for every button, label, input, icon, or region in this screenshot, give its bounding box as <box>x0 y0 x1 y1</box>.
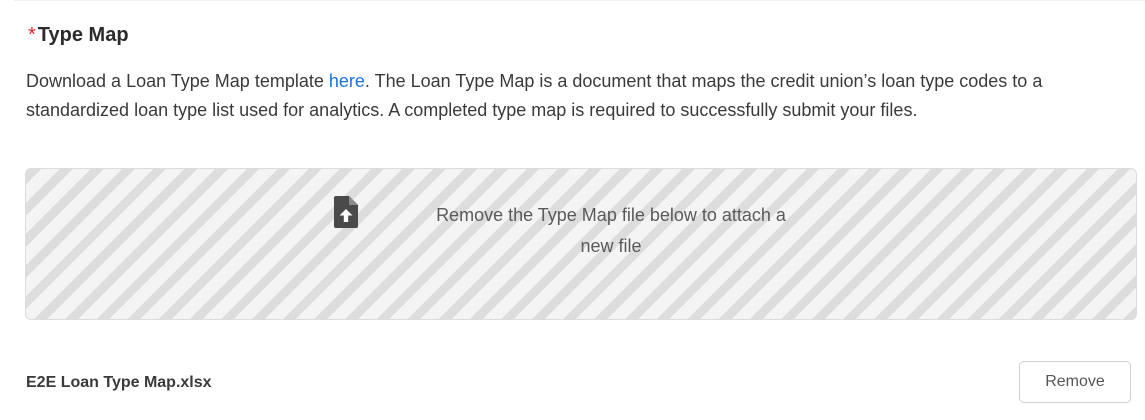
attached-file-row: E2E Loan Type Map.xlsx Remove <box>26 361 1131 405</box>
template-download-link[interactable]: here <box>329 71 365 91</box>
dropzone-message-line-1: Remove the Type Map file below to attach… <box>436 205 786 225</box>
dropzone-message: Remove the Type Map file below to attach… <box>376 200 846 262</box>
file-dropzone[interactable]: Remove the Type Map file below to attach… <box>25 168 1137 320</box>
section-description: Download a Loan Type Map template here. … <box>26 67 1131 125</box>
file-upload-icon <box>334 196 358 228</box>
attached-file-name: E2E Loan Type Map.xlsx <box>26 374 212 391</box>
remove-file-button[interactable]: Remove <box>1019 361 1131 403</box>
description-text-start: Download a Loan Type Map template <box>26 71 329 91</box>
dropzone-message-line-2: new file <box>580 236 642 256</box>
required-asterisk: * <box>28 23 36 46</box>
type-map-section: * Type Map Download a Loan Type Map temp… <box>14 0 1145 420</box>
section-title: * Type Map <box>28 21 129 49</box>
section-title-text: Type Map <box>37 23 129 46</box>
